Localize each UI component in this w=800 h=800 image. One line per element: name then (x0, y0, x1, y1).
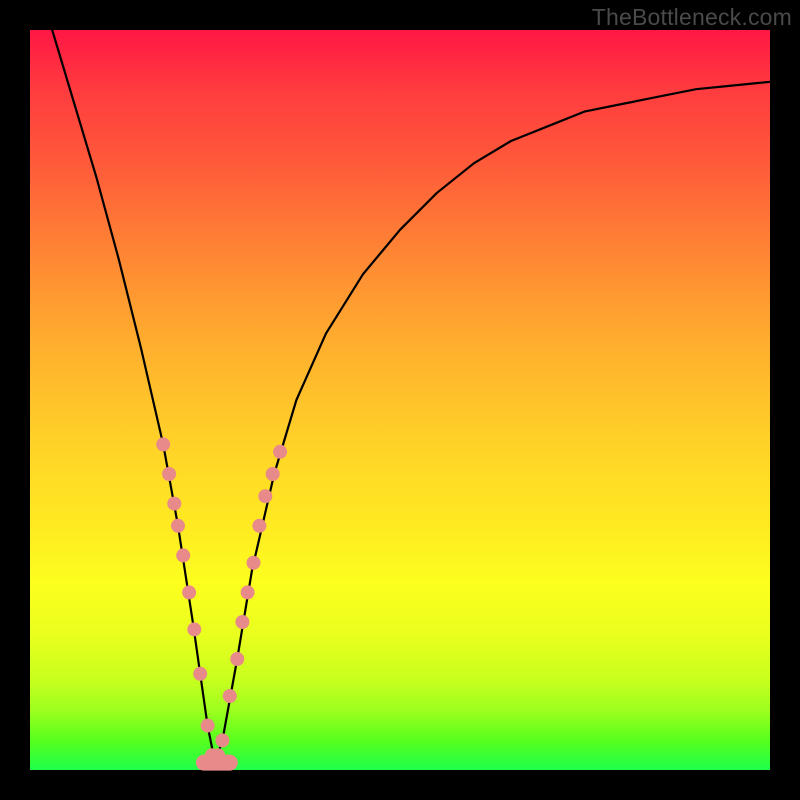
sample-dot (215, 733, 229, 747)
sample-dot (258, 489, 272, 503)
sample-dot (167, 497, 181, 511)
sample-dot (171, 519, 185, 533)
sample-dot (247, 556, 261, 570)
sample-dot (162, 467, 176, 481)
watermark-text: TheBottleneck.com (592, 4, 792, 31)
sample-dot (252, 519, 266, 533)
chart-svg (30, 30, 770, 770)
sample-dot (176, 548, 190, 562)
sample-dot (273, 445, 287, 459)
sample-dot (182, 585, 196, 599)
sample-dot (241, 585, 255, 599)
sample-dot (266, 467, 280, 481)
sample-dot (193, 667, 207, 681)
sample-dot (156, 437, 170, 451)
chart-frame: TheBottleneck.com (0, 0, 800, 800)
sample-dot (201, 719, 215, 733)
sample-dot (235, 615, 249, 629)
bottleneck-curve (52, 30, 770, 763)
sample-dot (223, 689, 237, 703)
sample-dot (230, 652, 244, 666)
sample-dots-group (156, 437, 287, 762)
sample-dot (187, 622, 201, 636)
